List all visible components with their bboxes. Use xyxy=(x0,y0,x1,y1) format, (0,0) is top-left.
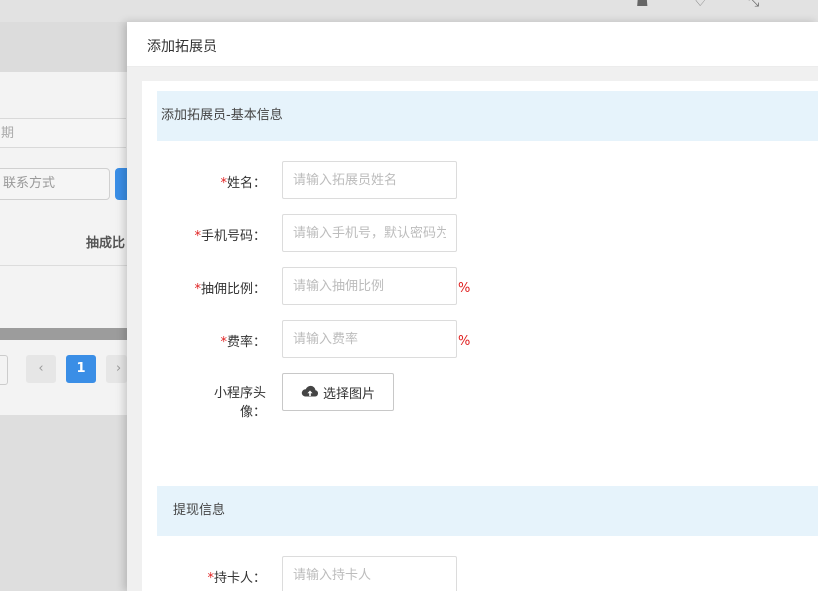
name-input[interactable] xyxy=(282,161,457,199)
drawer-title: 添加拓展员 xyxy=(147,39,217,55)
drawer-body: 添加拓展员-基本信息 *姓名： *手机号码： *抽佣比例： % *费率： % 小… xyxy=(142,81,818,591)
background-empty-area xyxy=(0,415,127,591)
cardholder-input[interactable] xyxy=(282,556,457,591)
contact-filter-input[interactable]: 联系方式 xyxy=(0,168,110,200)
drawer-header: 添加拓展员 xyxy=(127,22,818,67)
cardholder-label: *持卡人： xyxy=(207,571,266,586)
expand-icon[interactable]: ⤡ xyxy=(748,0,759,10)
prev-page-button[interactable]: ‹ xyxy=(26,355,56,383)
phone-input[interactable] xyxy=(282,214,457,252)
commission-input[interactable] xyxy=(282,267,457,305)
name-label: *姓名： xyxy=(220,176,266,191)
heart-icon[interactable]: ♡ xyxy=(694,0,707,10)
page-1-button[interactable]: 1 xyxy=(66,355,96,383)
table-divider xyxy=(0,265,127,266)
avatar-label: 小程序头像： xyxy=(213,386,266,420)
next-page-button[interactable]: › xyxy=(106,355,127,383)
section-basic-info: 添加拓展员-基本信息 xyxy=(157,91,818,141)
section-withdraw-title: 提现信息 xyxy=(173,503,226,518)
bell-icon[interactable]: ☗ xyxy=(636,0,649,10)
background-tabs xyxy=(0,22,127,72)
commission-label: *抽佣比例： xyxy=(194,282,266,297)
cloud-upload-icon xyxy=(301,385,319,397)
section-basic-title: 添加拓展员-基本信息 xyxy=(161,108,283,123)
search-button[interactable] xyxy=(115,168,127,200)
horizontal-scrollbar[interactable] xyxy=(0,328,127,340)
date-filter-input[interactable]: 期 xyxy=(0,118,126,148)
rate-percent-suffix: % xyxy=(458,334,471,349)
table-header-commission: 抽成比 xyxy=(86,236,126,251)
section-withdraw-info: 提现信息 xyxy=(157,486,818,536)
choose-image-label: 选择图片 xyxy=(323,386,376,402)
rate-input[interactable] xyxy=(282,320,457,358)
rate-label: *费率： xyxy=(220,335,266,350)
add-expander-drawer: 添加拓展员 添加拓展员-基本信息 *姓名： *手机号码： *抽佣比例： % *费… xyxy=(127,22,818,591)
page-size-select[interactable] xyxy=(0,355,8,385)
phone-label: *手机号码： xyxy=(194,229,266,244)
commission-percent-suffix: % xyxy=(458,281,471,296)
choose-image-button[interactable]: 选择图片 xyxy=(282,373,395,411)
